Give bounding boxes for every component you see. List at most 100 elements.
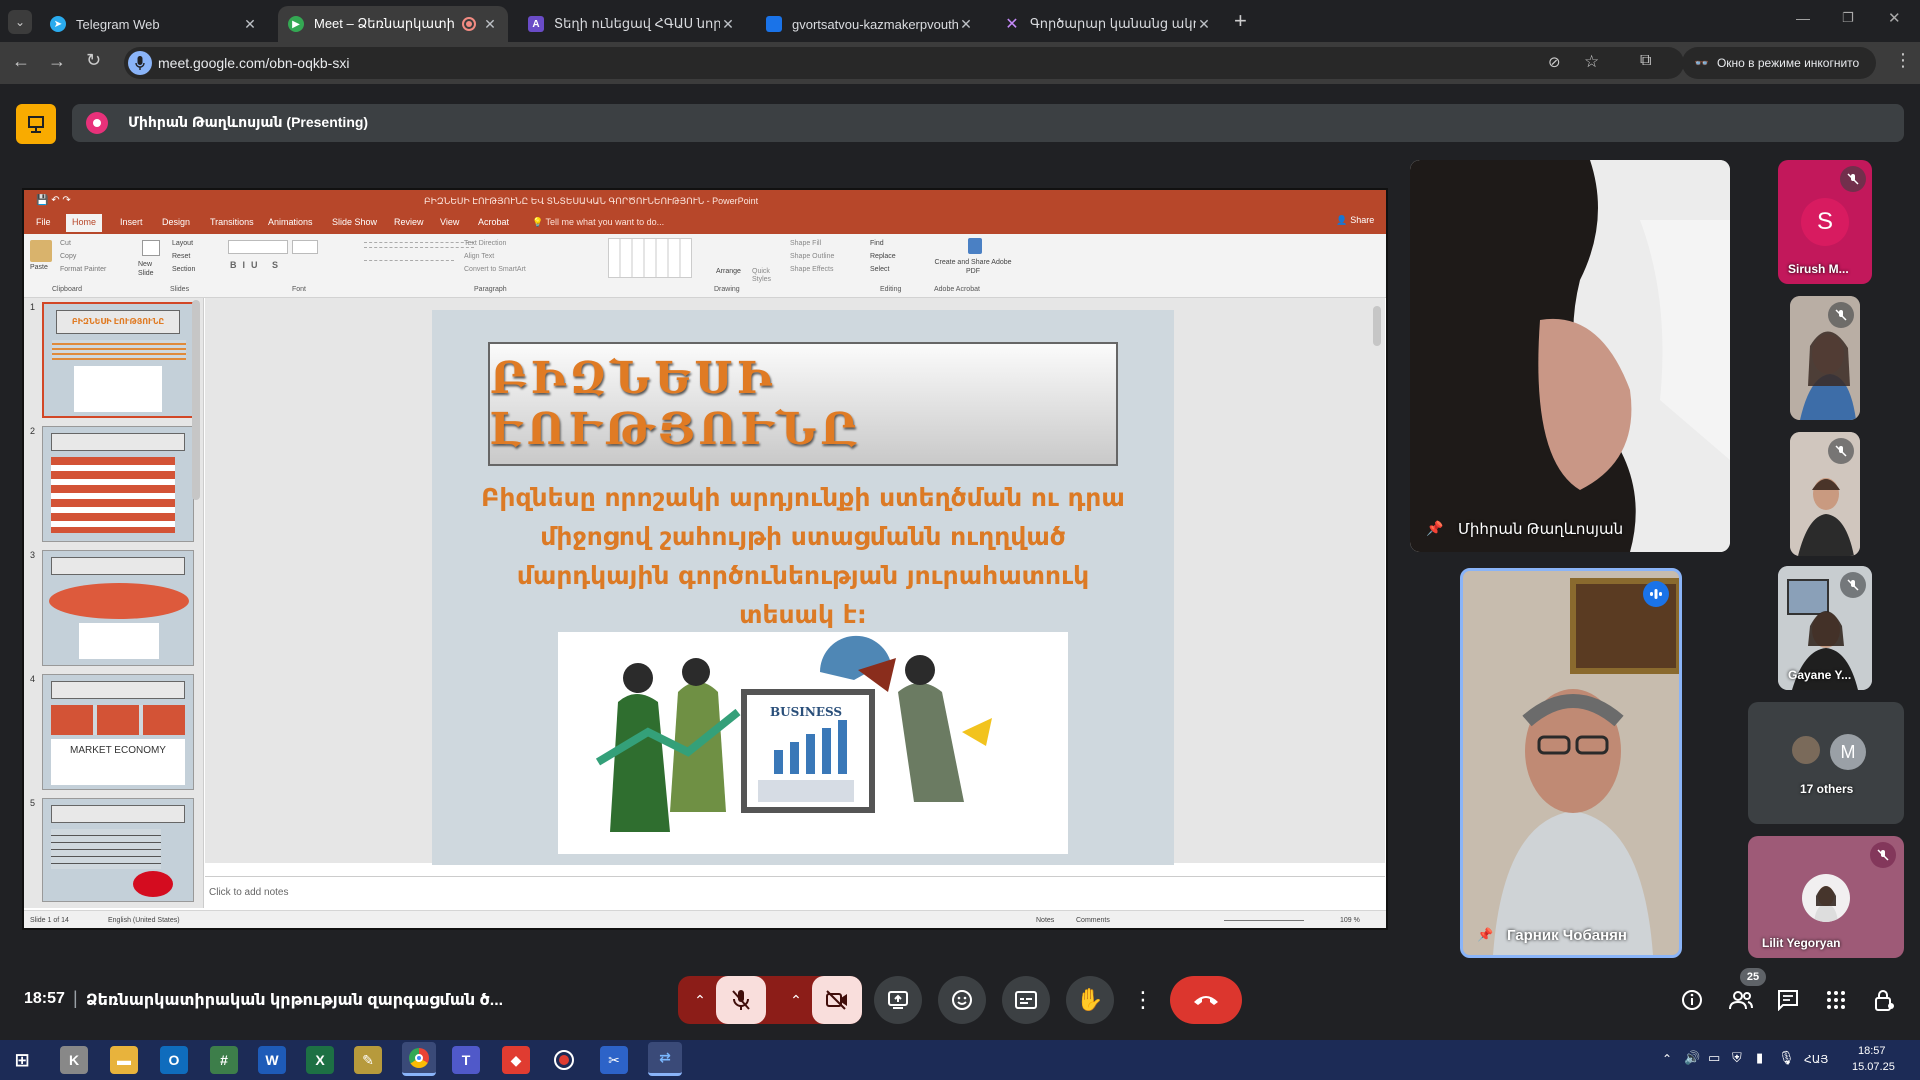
participant-tile-gayane[interactable]: Gayane Y... xyxy=(1778,566,1872,690)
taskbar-file-explorer[interactable]: ▬ xyxy=(110,1046,138,1074)
host-controls-button[interactable] xyxy=(1870,986,1898,1014)
zoom-level: 109 % xyxy=(1340,917,1360,924)
chevron-up-icon: ⌃ xyxy=(694,991,706,1008)
taskbar-calculator[interactable]: # xyxy=(210,1046,238,1074)
windows-taskbar xyxy=(0,1040,1920,1080)
battery-icon[interactable]: ▮ xyxy=(1756,1050,1763,1066)
close-icon[interactable]: ✕ xyxy=(720,16,736,33)
slides-icon xyxy=(766,16,782,32)
captions-button[interactable] xyxy=(1002,976,1050,1024)
taskbar-app-1[interactable]: K xyxy=(60,1046,88,1074)
tab-x[interactable]: ✕ Գործարար կանանց ակումբ ✕ xyxy=(994,6,1222,42)
tab-site[interactable]: A Տեղի ունեցավ ՀԳԱՍ նորից ✕ xyxy=(518,6,746,42)
others-tile[interactable]: M 17 others xyxy=(1748,702,1904,824)
format-painter-label: Format Painter xyxy=(60,266,107,273)
mic-off-icon xyxy=(1840,572,1866,598)
presenter-video-tile[interactable]: 📌 Միհրան Թաղևոսյան xyxy=(1410,160,1730,552)
participant-tile-3[interactable] xyxy=(1790,432,1860,556)
taskbar-snipping[interactable]: ✂ xyxy=(600,1046,628,1074)
recording-icon xyxy=(462,17,476,31)
thumb-list xyxy=(51,457,175,533)
taskbar-recorder[interactable] xyxy=(550,1046,578,1074)
speaking-indicator-icon xyxy=(1643,581,1669,607)
volume-icon[interactable]: 🔊 xyxy=(1684,1050,1700,1066)
x-logo-icon: ✕ xyxy=(1005,16,1019,33)
group-adobe: Adobe Acrobat xyxy=(934,286,980,293)
new-tab-button[interactable]: + xyxy=(1234,8,1247,34)
chevron-down-icon: ⌄ xyxy=(14,15,26,29)
taskbar-excel[interactable]: X xyxy=(306,1046,334,1074)
presenter-avatar xyxy=(86,112,108,134)
shape-fill-label: Shape Fill xyxy=(790,240,822,247)
camera-options-button[interactable]: ⌃ xyxy=(776,976,816,1024)
window-close-button[interactable]: ✕ xyxy=(1888,9,1901,27)
tab-telegram[interactable]: ➤ Telegram Web ✕ xyxy=(40,6,268,42)
taskbar-paint[interactable]: ✎ xyxy=(354,1046,382,1074)
calculator-icon: # xyxy=(220,1052,228,1068)
tab-slides[interactable]: gvortsatvou-kazmakerpvouthy ✕ xyxy=(756,6,984,42)
incognito-button[interactable]: 👓 Окно в режиме инкогнито xyxy=(1682,47,1876,79)
meeting-title: Ձեռնարկատիրական կրթության զարգացման ծ... xyxy=(86,992,504,1009)
arrange-label: Arrange xyxy=(716,268,741,275)
speaker-video xyxy=(1463,571,1679,955)
presenter-label: Միհրան Թաղևոսյան (Presenting) xyxy=(128,114,369,130)
leave-call-button[interactable] xyxy=(1170,976,1242,1024)
tray-chevron-icon[interactable]: ⌃ xyxy=(1662,1052,1672,1066)
restore-button[interactable]: ❐ xyxy=(1842,10,1854,26)
person-icon: 👤 xyxy=(1336,215,1348,225)
raise-hand-button[interactable]: ✋ xyxy=(1066,976,1114,1024)
extensions-icon[interactable]: ⧉ xyxy=(1640,52,1651,70)
tab-search-button[interactable]: ⌄ xyxy=(8,10,32,34)
mic-off-icon xyxy=(1828,438,1854,464)
forward-button[interactable]: → xyxy=(48,51,66,72)
font-style-buttons: BIU S xyxy=(230,260,285,270)
ribbon-tab-slideshow: Slide Show xyxy=(332,217,378,227)
minimize-button[interactable]: — xyxy=(1796,10,1810,26)
reload-button[interactable]: ↻ xyxy=(86,50,101,71)
captions-icon xyxy=(1015,991,1037,1009)
present-screen-button[interactable] xyxy=(874,976,922,1024)
tab-meet[interactable]: ▶ Meet – Ձեռնարկատիրակ ✕ xyxy=(278,6,508,42)
taskbar-date[interactable]: 15.07.25 xyxy=(1852,1061,1895,1073)
taskbar-teams[interactable]: T xyxy=(452,1046,480,1074)
participant-tile-2[interactable] xyxy=(1790,296,1860,420)
taskbar-word[interactable]: W xyxy=(258,1046,286,1074)
app-icon: ◆ xyxy=(510,1051,522,1068)
info-icon xyxy=(1682,990,1702,1010)
meeting-info-button[interactable] xyxy=(1678,986,1706,1014)
camera-toggle-button[interactable] xyxy=(812,976,862,1024)
taskbar-anydesk[interactable]: ◆ xyxy=(502,1046,530,1074)
ribbon-tab-insert: Insert xyxy=(120,217,143,227)
participant-tile-sirush[interactable]: S Sirush M... xyxy=(1778,160,1872,284)
back-button[interactable]: ← xyxy=(12,51,30,72)
shield-icon[interactable]: ⛨ xyxy=(1732,1050,1742,1066)
close-icon[interactable]: ✕ xyxy=(958,16,974,33)
activities-button[interactable] xyxy=(1822,986,1850,1014)
address-bar[interactable]: meet.google.com/obn-oqkb-sxi ⊘ ☆ xyxy=(124,47,1684,79)
mic-toggle-button[interactable] xyxy=(716,976,766,1024)
layout-label: Layout xyxy=(172,240,194,247)
eye-off-icon[interactable]: ⊘ xyxy=(1548,53,1561,71)
chat-button[interactable] xyxy=(1774,986,1802,1014)
taskbar-remote[interactable]: ⇄ xyxy=(648,1042,682,1076)
language-indicator[interactable]: ՀԱՅ xyxy=(1804,1053,1828,1066)
browser-toolbar: ← → ↻ meet.google.com/obn-oqkb-sxi ⊘ ☆ ⧉… xyxy=(0,42,1920,84)
speaker-video-tile[interactable]: 📌 Гарник Чобанян xyxy=(1460,568,1682,958)
mic-permission-icon[interactable] xyxy=(128,51,152,75)
taskbar-outlook[interactable]: O xyxy=(160,1046,188,1074)
close-icon[interactable]: ✕ xyxy=(482,16,498,33)
more-options-button[interactable]: ⋮ xyxy=(1122,976,1164,1024)
thumb-clouds xyxy=(49,583,189,619)
start-button[interactable]: ⊞ xyxy=(8,1046,36,1074)
taskbar-clock[interactable]: 18:57 xyxy=(1858,1045,1886,1057)
close-icon[interactable]: ✕ xyxy=(242,16,258,33)
star-icon[interactable]: ☆ xyxy=(1584,52,1599,72)
network-icon[interactable]: ▭ xyxy=(1708,1050,1720,1066)
mic-icon[interactable]: 🎙 xyxy=(1778,1050,1795,1066)
browser-menu-button[interactable]: ⋮ xyxy=(1894,50,1912,71)
participant-tile-lilit[interactable]: Lilit Yegoryan xyxy=(1748,836,1904,958)
reactions-button[interactable] xyxy=(938,976,986,1024)
taskbar-chrome[interactable] xyxy=(402,1042,436,1076)
close-icon[interactable]: ✕ xyxy=(1196,16,1212,33)
people-button[interactable] xyxy=(1726,986,1756,1014)
